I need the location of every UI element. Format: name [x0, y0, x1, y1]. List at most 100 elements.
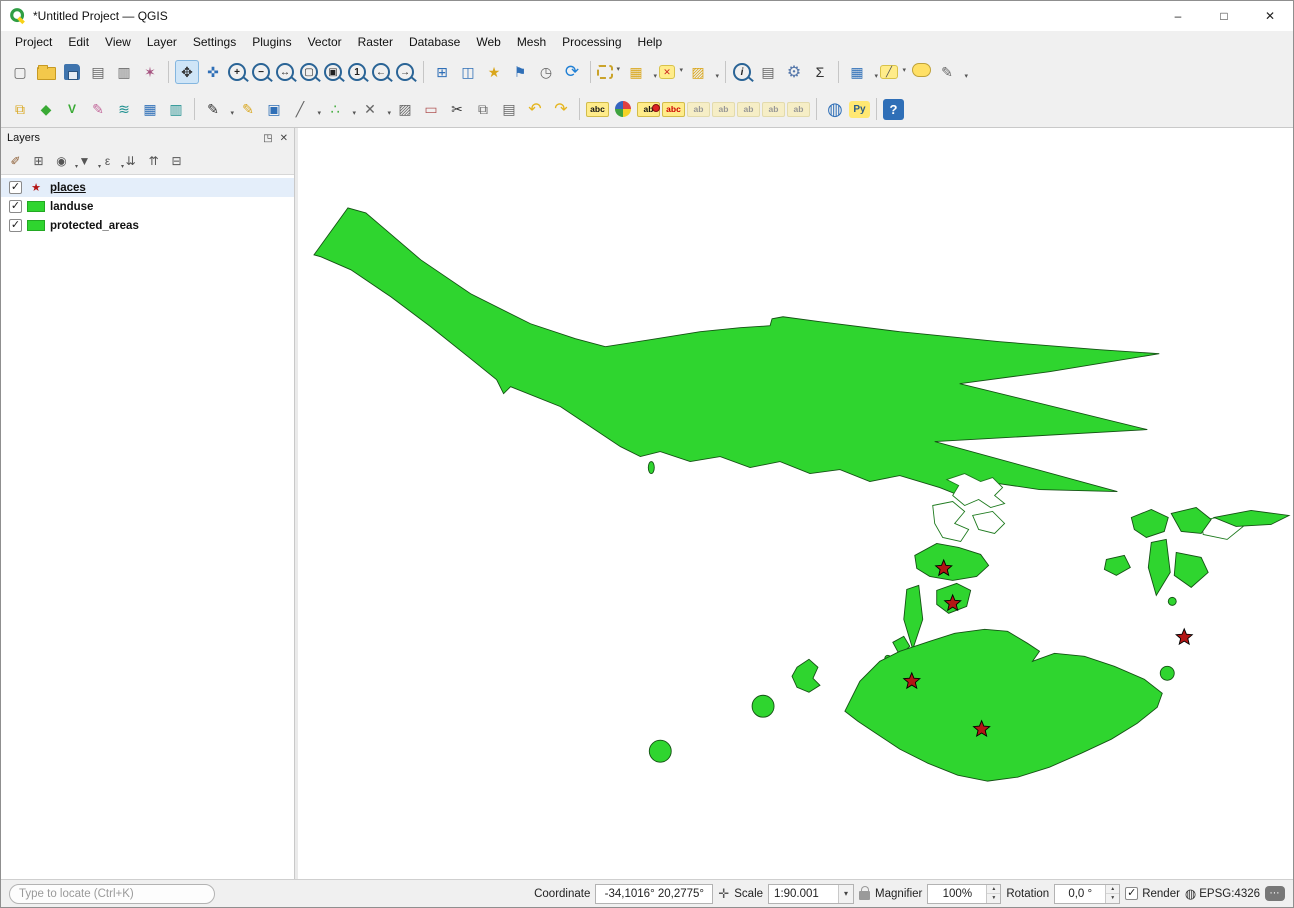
- save-layer-edits-icon[interactable]: ▣: [262, 97, 286, 121]
- filter-by-expression-icon[interactable]: ε: [97, 151, 118, 172]
- temporal-controller-icon[interactable]: ◷: [534, 60, 558, 84]
- new-geopackage-layer-icon[interactable]: ◆: [34, 97, 58, 121]
- magnifier-spin-buttons[interactable]: [986, 885, 1000, 903]
- redo-icon[interactable]: ↷: [549, 97, 573, 121]
- open-data-source-manager-icon[interactable]: ⧉: [8, 97, 32, 121]
- menu-item[interactable]: Vector: [300, 32, 350, 52]
- zoom-to-layer-icon[interactable]: ▣: [324, 63, 342, 81]
- magnifier-spinbox[interactable]: 100%: [927, 884, 1001, 904]
- menu-item[interactable]: View: [97, 32, 139, 52]
- show-statistics-icon[interactable]: Σ: [808, 60, 832, 84]
- render-toggle[interactable]: ✓ Render: [1125, 887, 1180, 900]
- undo-icon[interactable]: ↶: [523, 97, 547, 121]
- rotation-spinbox[interactable]: 0,0 °: [1054, 884, 1120, 904]
- select-features-by-value-icon[interactable]: ▦: [624, 60, 648, 84]
- copy-features-icon[interactable]: ⧉: [471, 97, 495, 121]
- spin-down-icon[interactable]: [1106, 894, 1119, 903]
- rotation-spin-buttons[interactable]: [1105, 885, 1119, 903]
- layer-visibility-checkbox[interactable]: ✓: [9, 181, 22, 194]
- layer-row[interactable]: ✓ landuse: [1, 197, 294, 216]
- zoom-native-resolution-icon[interactable]: 1: [348, 63, 366, 81]
- statistical-summary-icon[interactable]: ▤: [756, 60, 780, 84]
- menu-item[interactable]: Plugins: [244, 32, 299, 52]
- menu-item[interactable]: Layer: [139, 32, 185, 52]
- float-panel-icon[interactable]: ◳: [263, 133, 272, 144]
- deselect-features-icon[interactable]: ✕: [659, 65, 675, 79]
- move-label-icon[interactable]: ab: [687, 102, 710, 117]
- highlight-pinned-labels-icon[interactable]: abc: [662, 102, 685, 117]
- menu-item[interactable]: Edit: [60, 32, 97, 52]
- lock-scale-icon[interactable]: [859, 891, 870, 900]
- open-project-icon[interactable]: [34, 60, 58, 84]
- processing-toolbox-icon[interactable]: ⚙: [782, 60, 806, 84]
- new-mesh-layer-icon[interactable]: ≋: [112, 97, 136, 121]
- remove-layer-icon[interactable]: ⊟: [166, 151, 187, 172]
- spin-down-icon[interactable]: [987, 894, 1000, 903]
- expand-all-icon[interactable]: ⇊: [120, 151, 141, 172]
- layer-row[interactable]: ✓ protected_areas: [1, 216, 294, 235]
- manage-map-themes-icon[interactable]: ◉: [51, 151, 72, 172]
- new-annotation-icon[interactable]: ✎: [935, 60, 959, 84]
- curved-label-icon[interactable]: ab: [762, 102, 785, 117]
- crs-indicator[interactable]: ◍ EPSG:4326: [1185, 886, 1260, 902]
- spin-up-icon[interactable]: [987, 885, 1000, 895]
- map-tips-icon[interactable]: [909, 60, 933, 84]
- layer-labeling-icon[interactable]: abc: [586, 102, 609, 117]
- toggle-editing-icon[interactable]: ✎: [236, 97, 260, 121]
- show-layout-manager-icon[interactable]: ▥: [112, 60, 136, 84]
- measure-line-icon[interactable]: ╱: [880, 65, 898, 79]
- zoom-in-icon[interactable]: +: [228, 63, 246, 81]
- menu-item[interactable]: Database: [401, 32, 468, 52]
- menu-item[interactable]: Web: [468, 32, 508, 52]
- menu-item[interactable]: Raster: [350, 32, 401, 52]
- menu-item[interactable]: Project: [7, 32, 60, 52]
- select-by-form-icon[interactable]: ▨: [686, 60, 710, 84]
- layer-visibility-checkbox[interactable]: ✓: [9, 200, 22, 213]
- new-spatialite-layer-icon[interactable]: ✎: [86, 97, 110, 121]
- open-attribute-table-icon[interactable]: ▦: [845, 60, 869, 84]
- add-point-feature-icon[interactable]: ∴: [323, 97, 347, 121]
- new-print-layout-icon[interactable]: ▤: [86, 60, 110, 84]
- new-raster-layer-icon[interactable]: ▦: [138, 97, 162, 121]
- minimize-button[interactable]: –: [1155, 1, 1201, 31]
- rotate-label-icon[interactable]: ab: [712, 102, 735, 117]
- identify-features-icon[interactable]: i: [733, 63, 751, 81]
- label-toolbar-extra-icon[interactable]: ab: [787, 102, 810, 117]
- scale-combobox[interactable]: 1:90.001: [768, 884, 854, 904]
- python-console-icon[interactable]: Py: [849, 101, 870, 118]
- pin-labels-icon[interactable]: ab: [637, 102, 660, 117]
- locate-search-input[interactable]: [19, 888, 205, 900]
- delete-selected-icon[interactable]: ▭: [419, 97, 443, 121]
- new-shapefile-layer-icon[interactable]: V: [60, 97, 84, 121]
- close-panel-icon[interactable]: ✕: [280, 133, 288, 144]
- pan-map-icon[interactable]: ✥: [175, 60, 199, 84]
- render-checkbox[interactable]: ✓: [1125, 887, 1138, 900]
- pan-to-selection-icon[interactable]: ✜: [201, 60, 225, 84]
- add-group-icon[interactable]: ⊞: [28, 151, 49, 172]
- close-button[interactable]: ✕: [1247, 1, 1293, 31]
- zoom-out-icon[interactable]: −: [252, 63, 270, 81]
- style-manager-icon[interactable]: ✶: [138, 60, 162, 84]
- menu-item[interactable]: Help: [630, 32, 671, 52]
- maximize-button[interactable]: □: [1201, 1, 1247, 31]
- zoom-full-extent-icon[interactable]: ↔: [276, 63, 294, 81]
- modify-attributes-icon[interactable]: ▨: [393, 97, 417, 121]
- layer-row[interactable]: ✓ ★ places: [1, 178, 294, 197]
- coordinate-input[interactable]: [598, 888, 710, 900]
- digitize-with-segment-icon[interactable]: ╱: [288, 97, 312, 121]
- new-spatial-bookmark-icon[interactable]: ★: [482, 60, 506, 84]
- new-project-icon[interactable]: ▢: [8, 60, 32, 84]
- paste-features-icon[interactable]: ▤: [497, 97, 521, 121]
- layer-visibility-checkbox[interactable]: ✓: [9, 219, 22, 232]
- new-map-view-icon[interactable]: ⊞: [430, 60, 454, 84]
- help-icon[interactable]: ?: [883, 99, 904, 120]
- show-spatial-bookmarks-icon[interactable]: ⚑: [508, 60, 532, 84]
- select-features-icon[interactable]: [597, 65, 613, 79]
- extents-toggle-icon[interactable]: ✛: [718, 886, 729, 902]
- spin-up-icon[interactable]: [1106, 885, 1119, 895]
- new-virtual-layer-icon[interactable]: ▥: [164, 97, 188, 121]
- scale-dropdown-arrow-icon[interactable]: [838, 885, 853, 903]
- metasearch-icon[interactable]: ◍: [823, 97, 847, 121]
- new-3d-map-view-icon[interactable]: ◫: [456, 60, 480, 84]
- layer-diagram-icon[interactable]: [611, 97, 635, 121]
